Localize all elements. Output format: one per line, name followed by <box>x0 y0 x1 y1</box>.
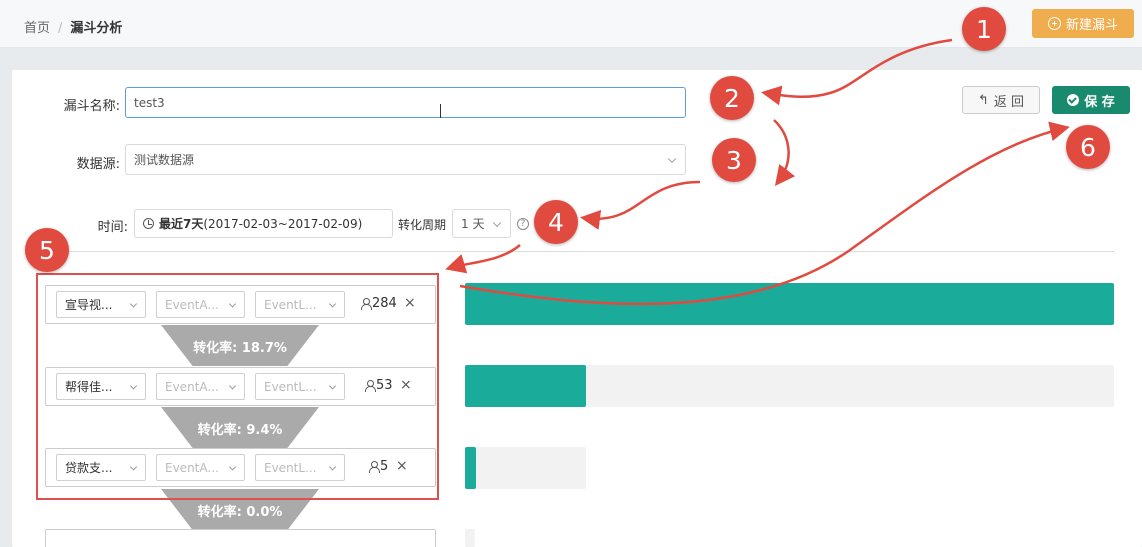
funnel-bar <box>465 365 586 407</box>
funnel-bar-track <box>465 365 1114 407</box>
check-circle-icon <box>1067 94 1080 106</box>
period-select[interactable]: 1 天 <box>452 209 511 238</box>
period-value: 1 天 <box>461 217 485 231</box>
new-funnel-label: 新建漏斗 <box>1065 18 1118 33</box>
funnel-bar-track <box>465 283 1114 325</box>
time-range: (2017-02-03~2017-02-09) <box>203 216 363 231</box>
time-prefix: 最近7天 <box>159 217 204 231</box>
divider <box>36 251 1114 252</box>
funnel-name-value: test3 <box>134 95 165 110</box>
back-button[interactable]: ↰ 返 回 <box>962 86 1040 114</box>
annotation-badge-5: 5 <box>25 228 69 272</box>
undo-arrow-icon: ↰ <box>977 92 989 108</box>
funnel-name-label: 漏斗名称: <box>63 99 120 114</box>
save-button[interactable]: 保 存 <box>1052 86 1130 114</box>
clock-icon <box>143 218 154 229</box>
funnel-step-4 <box>45 529 436 547</box>
funnel-bar-track <box>465 529 475 547</box>
chevron-down-icon <box>492 218 502 227</box>
question-circle-icon[interactable]: ? <box>517 218 529 230</box>
annotation-highlight-box <box>36 273 439 500</box>
datasource-select[interactable]: 测试数据源 <box>125 144 686 175</box>
annotation-badge-1: 1 <box>962 7 1006 51</box>
time-range-picker[interactable]: 最近7天 (2017-02-03~2017-02-09) <box>134 209 393 238</box>
text-cursor-icon <box>440 104 442 118</box>
period-label: 转化周期 <box>398 218 447 232</box>
datasource-label: 数据源: <box>76 157 120 172</box>
funnel-bar-track <box>465 447 586 489</box>
breadcrumb: 首页 / 漏斗分析 <box>24 17 122 36</box>
chevron-down-icon <box>667 154 677 163</box>
funnel-bar <box>465 283 1114 325</box>
annotation-badge-6: 6 <box>1066 125 1110 169</box>
time-label: 时间: <box>97 220 128 235</box>
datasource-value: 测试数据源 <box>134 153 195 167</box>
annotation-badge-4: 4 <box>534 200 578 244</box>
funnel-bar <box>465 447 476 489</box>
annotation-badge-2: 2 <box>710 76 754 120</box>
breadcrumb-home[interactable]: 首页 <box>24 21 50 36</box>
plus-circle-icon <box>1047 17 1061 30</box>
new-funnel-button[interactable]: 新建漏斗 <box>1032 9 1134 38</box>
annotation-badge-3: 3 <box>712 138 756 182</box>
funnel-name-input[interactable]: test3 <box>125 87 686 118</box>
breadcrumb-current: 漏斗分析 <box>70 21 123 36</box>
back-label: 返 回 <box>993 94 1025 110</box>
breadcrumb-separator: / <box>58 21 63 36</box>
save-label: 保 存 <box>1084 94 1115 110</box>
